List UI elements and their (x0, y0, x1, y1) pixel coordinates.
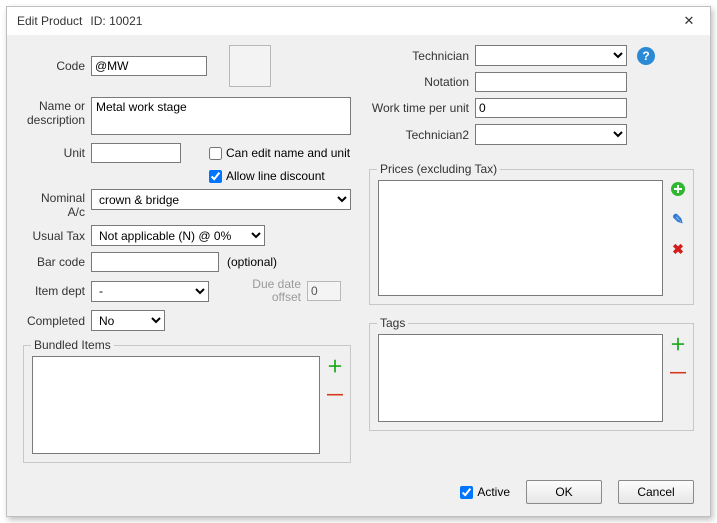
prices-edit-icon[interactable]: ✎ (669, 210, 687, 228)
edit-product-dialog: Edit Product ID: 10021 ✕ Code Name or de… (6, 6, 711, 517)
left-column: Code Name or description Metal work stag… (23, 45, 351, 504)
label-name-desc: Name or description (23, 97, 85, 127)
label-completed: Completed (23, 314, 85, 328)
barcode-input[interactable] (91, 252, 219, 272)
help-icon[interactable]: ? (637, 47, 655, 65)
bundled-add-icon[interactable]: ＋ (326, 356, 344, 374)
prices-group: Prices (excluding Tax) ✎ ✖ (369, 169, 694, 305)
prices-add-icon[interactable] (669, 180, 687, 198)
unit-input[interactable] (91, 143, 181, 163)
can-edit-checkbox[interactable]: Can edit name and unit (209, 146, 350, 160)
tags-add-icon[interactable]: ＋ (669, 334, 687, 352)
item-dept-select[interactable]: - (91, 281, 209, 302)
tags-legend: Tags (377, 316, 408, 330)
tags-remove-icon[interactable]: — (669, 364, 687, 382)
tags-list[interactable] (378, 334, 663, 422)
bundled-legend: Bundled Items (31, 338, 114, 352)
label-item-dept: Item dept (23, 284, 85, 298)
color-swatch[interactable] (229, 45, 271, 87)
cancel-button[interactable]: Cancel (618, 480, 694, 504)
label-work-time: Work time per unit (369, 101, 469, 115)
label-barcode: Bar code (23, 255, 85, 269)
active-checkbox[interactable]: Active (460, 485, 510, 499)
label-nominal: Nominal A/c (23, 189, 85, 219)
label-unit: Unit (23, 146, 85, 160)
title-label: Edit Product (17, 14, 82, 28)
right-column: Technician ? Notation Work time per unit… (369, 45, 694, 504)
ok-button[interactable]: OK (526, 480, 602, 504)
work-time-input[interactable] (475, 98, 627, 118)
prices-legend: Prices (excluding Tax) (377, 162, 500, 176)
nominal-select[interactable]: crown & bridge (91, 189, 351, 210)
technician-select[interactable] (475, 45, 627, 66)
notation-input[interactable] (475, 72, 627, 92)
label-technician: Technician (369, 49, 469, 63)
tags-group: Tags ＋ — (369, 323, 694, 431)
label-due-date: Due date offset (249, 278, 301, 304)
label-technician2: Technician2 (369, 128, 469, 142)
barcode-note: (optional) (227, 255, 277, 269)
usual-tax-select[interactable]: Not applicable (N) @ 0% (91, 225, 265, 246)
footer: Active OK Cancel (460, 480, 694, 504)
close-icon[interactable]: ✕ (674, 11, 704, 31)
due-date-input (307, 281, 341, 301)
title-id-label: ID: 10021 (90, 14, 142, 28)
code-input[interactable] (91, 56, 207, 76)
allow-discount-checkbox[interactable]: Allow line discount (209, 169, 325, 183)
label-code: Code (23, 59, 85, 73)
titlebar: Edit Product ID: 10021 ✕ (7, 7, 710, 35)
label-usual-tax: Usual Tax (23, 229, 85, 243)
completed-select[interactable]: No (91, 310, 165, 331)
bundled-remove-icon[interactable]: — (326, 386, 344, 404)
name-description-input[interactable]: Metal work stage (91, 97, 351, 135)
bundled-items-group: Bundled Items ＋ — (23, 345, 351, 463)
technician2-select[interactable] (475, 124, 627, 145)
bundled-items-list[interactable] (32, 356, 320, 454)
prices-delete-icon[interactable]: ✖ (669, 240, 687, 258)
prices-list[interactable] (378, 180, 663, 296)
label-notation: Notation (369, 75, 469, 89)
